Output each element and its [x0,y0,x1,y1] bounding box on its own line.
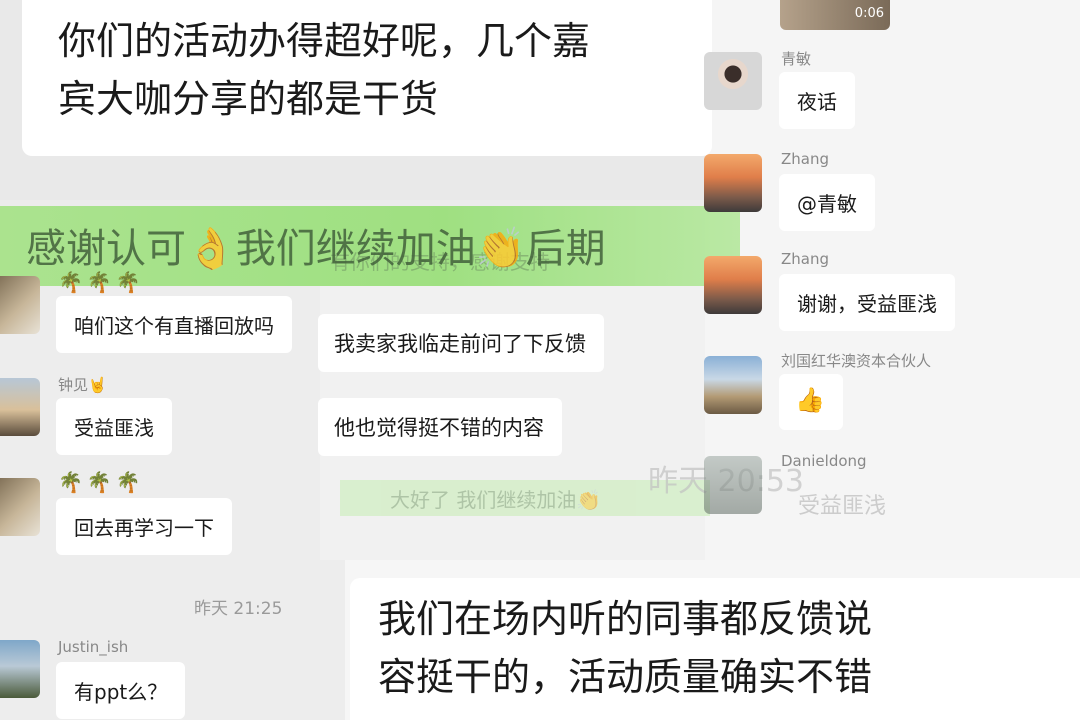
avatar-user-1[interactable] [0,276,40,334]
message-ppt-text: 有ppt么？ [74,680,168,704]
sender-name-justin: Justin_ish [58,638,129,656]
top-message-line1: 你们的活动办得超好呢，几个嘉 [58,19,591,63]
top-message-line2: 宾大咖分享的都是干货 [58,77,439,121]
avatar-zhang-repeat[interactable] [704,256,762,314]
message-at-qingmin[interactable]: @青敏 [779,174,875,231]
message-thumbs-up[interactable]: 👍 [779,374,843,430]
message-feedback-asked[interactable]: 我卖家我临走前问了下反馈 [318,314,604,372]
message-live-replay-text: 咱们这个有直播回放吗 [74,314,274,338]
message-good-content[interactable]: 他也觉得挺不错的内容 [318,398,562,456]
faded-green-banner-text: 大好了 我们继续加油👏 [390,488,602,512]
emoji-palm-row-1: 🌴🌴🌴 [58,270,145,294]
top-message-bubble[interactable]: 你们的活动办得超好呢，几个嘉 宾大咖分享的都是干货 [22,0,712,156]
message-study-again-text: 回去再学习一下 [74,516,214,540]
message-yehua-text: 夜话 [797,90,837,114]
video-duration: 0:06 [854,6,884,21]
message-study-again[interactable]: 回去再学习一下 [56,498,232,555]
message-good-content-text: 他也觉得挺不错的内容 [334,416,544,440]
bottom-message-line2: 容挺干的，活动质量确实不错 [378,655,873,699]
sender-name-danieldong: Danieldong [781,452,867,470]
avatar-qingmin[interactable] [704,52,762,110]
avatar-user-1-repeat[interactable] [0,478,40,536]
avatar-danieldong[interactable] [704,456,762,514]
faded-message: 受益匪浅 [798,494,887,519]
message-live-replay[interactable]: 咱们这个有直播回放吗 [56,296,292,353]
message-at-qingmin-text: @青敏 [797,192,857,216]
video-thumbnail[interactable]: 0:06 [780,0,890,30]
message-thanks-benefited[interactable]: 谢谢，受益匪浅 [779,274,955,331]
avatar-zhongjian[interactable] [0,378,40,436]
sender-name-zhongjian: 钟见🤘 [58,376,107,394]
message-thanks-benefited-text: 谢谢，受益匪浅 [797,292,937,316]
thumbs-up-icon: 👍 [795,386,825,414]
avatar-justin[interactable] [0,640,40,698]
sender-name-qingmin: 青敏 [781,50,812,68]
message-ppt[interactable]: 有ppt么？ [56,662,186,719]
avatar-zhang[interactable] [704,154,762,212]
green-banner-text: 感谢认可👌我们继续加油👏后期 [26,226,606,272]
message-feedback-asked-text: 我卖家我临走前问了下反馈 [334,332,586,356]
sender-name-zhang-2: Zhang [781,250,830,268]
sender-name-liuguohong: 刘国红华澳资本合伙人 [781,352,932,370]
message-yehua[interactable]: 夜话 [779,72,855,129]
emoji-palm-row-2: 🌴🌴🌴 [58,470,145,494]
timestamp-yesterday-2125: 昨天 21:25 [194,599,283,619]
sender-name-zhang-1: Zhang [781,150,830,168]
bottom-message-bubble[interactable]: 我们在场内听的同事都反馈说 容挺干的，活动质量确实不错 [350,578,1080,720]
message-benefited-text: 受益匪浅 [74,416,154,440]
avatar-liuguohong[interactable] [704,356,762,414]
bottom-message-line1: 我们在场内听的同事都反馈说 [378,597,873,641]
message-benefited[interactable]: 受益匪浅 [56,398,172,455]
